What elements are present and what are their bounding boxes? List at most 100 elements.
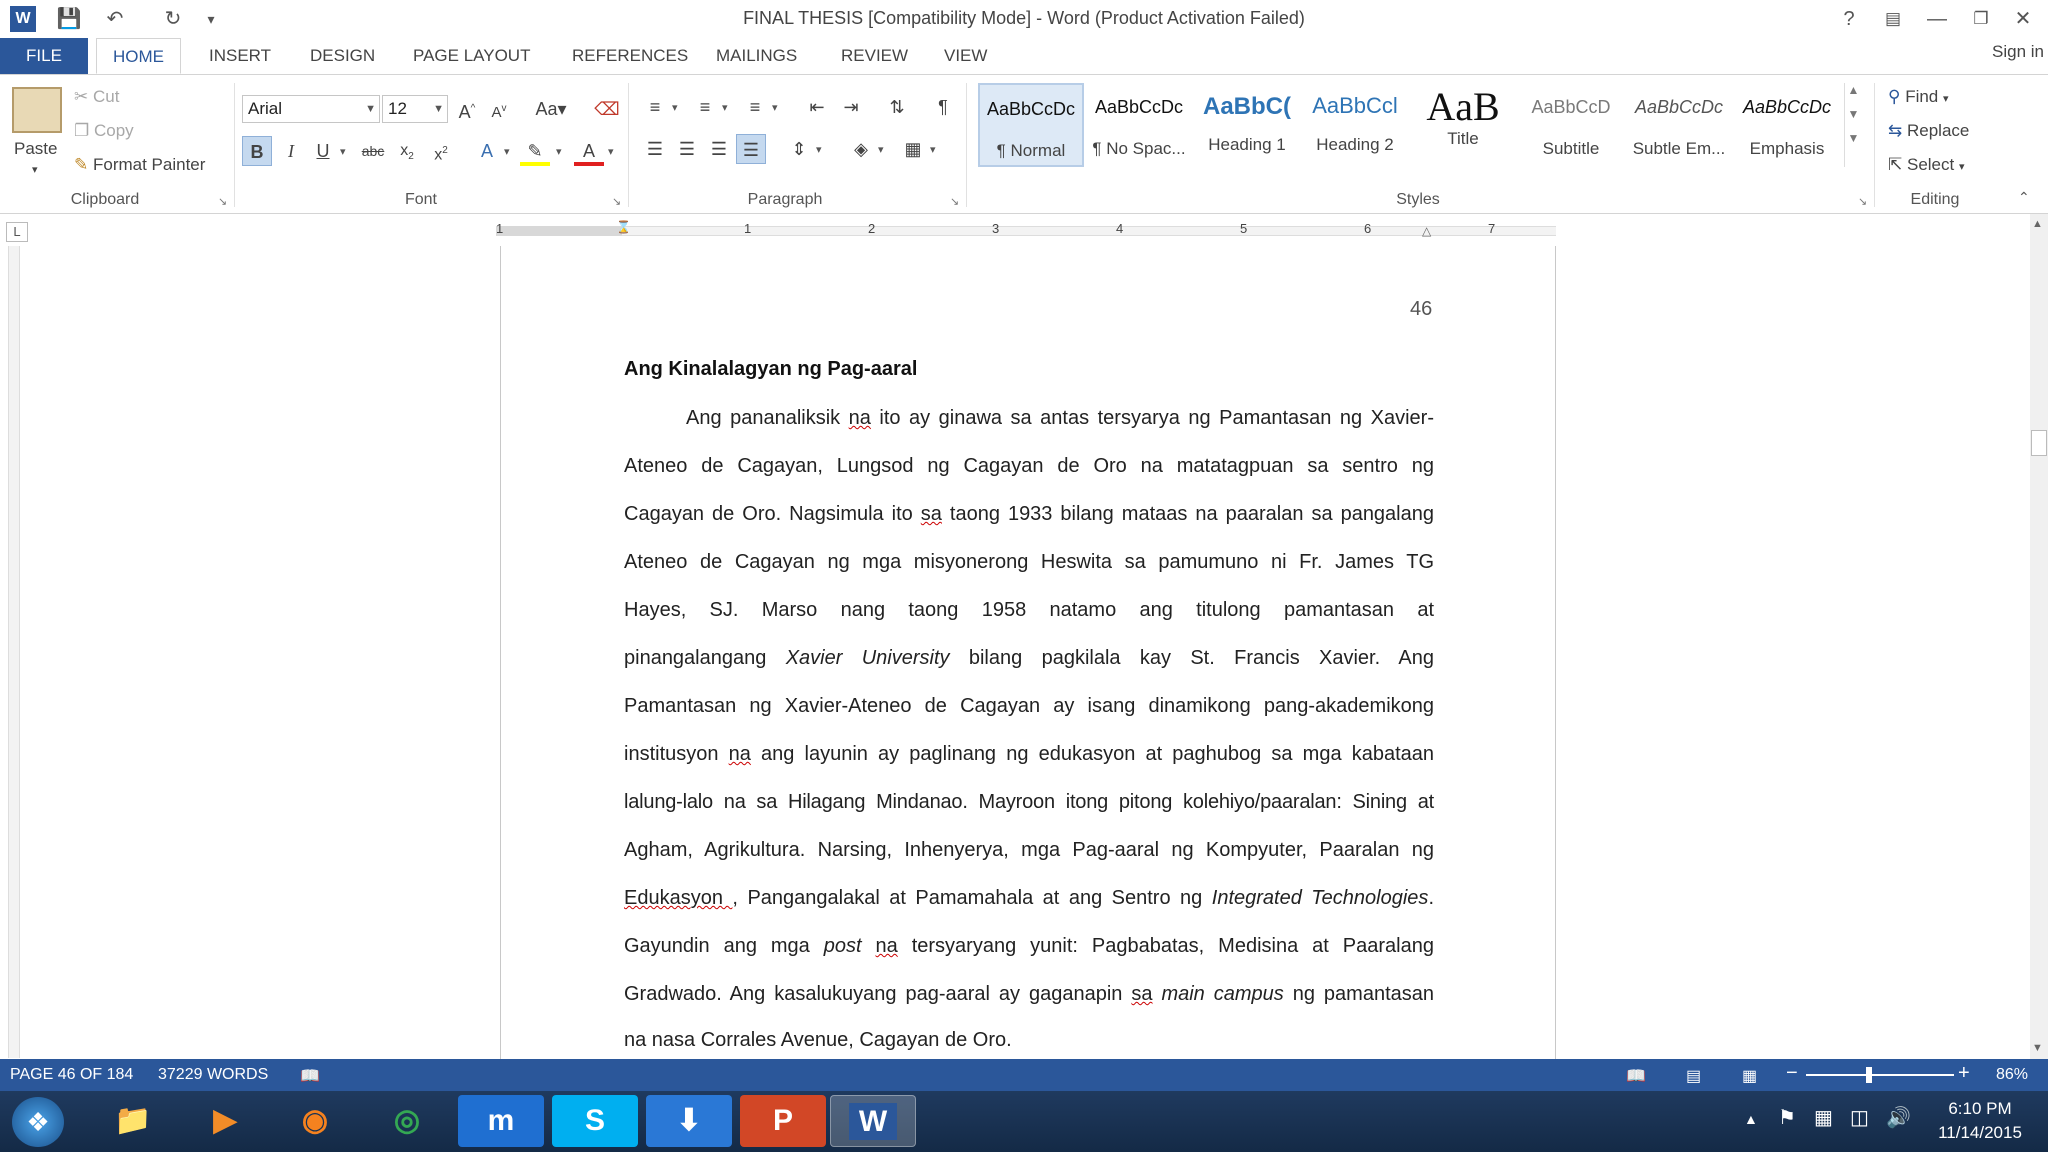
align-left-icon[interactable]: ☰	[640, 134, 670, 164]
text-effects-dropdown-icon[interactable]: ▾	[504, 145, 510, 158]
sign-in-link[interactable]: Sign in	[1992, 42, 2044, 62]
align-right-icon[interactable]: ☰	[704, 134, 734, 164]
tab-view[interactable]: VIEW	[928, 38, 1003, 74]
chevron-down-icon[interactable]: ▼	[1845, 107, 1862, 121]
style-subtitle[interactable]: AaBbCcD Subtitle	[1518, 83, 1624, 167]
bullets-dropdown-icon[interactable]: ▾	[672, 101, 678, 114]
clock-date[interactable]: 11/14/2015	[1930, 1123, 2030, 1143]
read-mode-icon[interactable]: 📖	[1626, 1066, 1646, 1086]
find-button[interactable]: ⚲ Find ▾	[1888, 87, 1949, 107]
highlight-dropdown-icon[interactable]: ▾	[556, 145, 562, 158]
styles-launcher-icon[interactable]: ↘	[1858, 195, 1867, 208]
tab-home[interactable]: HOME	[96, 38, 181, 74]
media-player-icon[interactable]: ▶	[182, 1095, 268, 1147]
line-spacing-icon[interactable]: ⇕	[784, 134, 814, 164]
increase-indent-icon[interactable]: ⇥	[836, 92, 866, 122]
tab-design[interactable]: DESIGN	[294, 38, 391, 74]
right-indent-marker-icon[interactable]: △	[1422, 224, 1431, 238]
style-heading-1[interactable]: AaBbC(Heading 1	[1194, 83, 1300, 167]
text-effects-icon[interactable]: A	[472, 136, 502, 166]
style-emphasis[interactable]: AaBbCcDc Emphasis	[1734, 83, 1840, 167]
zoom-slider-thumb[interactable]	[1866, 1067, 1872, 1083]
change-case-icon[interactable]: Aa▾	[528, 94, 574, 124]
font-color-icon[interactable]: A	[574, 136, 604, 166]
italic-icon[interactable]: I	[276, 136, 306, 166]
chrome-icon[interactable]: ◎	[364, 1095, 450, 1147]
replace-button[interactable]: ⇆ Replace	[1888, 121, 1969, 141]
volume-icon[interactable]: 🔊	[1886, 1105, 1911, 1130]
numbering-icon[interactable]: ≡	[690, 92, 720, 122]
shading-dropdown-icon[interactable]: ▾	[878, 143, 884, 156]
zoom-out-icon[interactable]: −	[1786, 1062, 1798, 1085]
decrease-indent-icon[interactable]: ⇤	[802, 92, 832, 122]
scroll-up-icon[interactable]: ▲	[2032, 218, 2043, 230]
select-button[interactable]: ⇱ Select ▾	[1888, 155, 1965, 175]
borders-dropdown-icon[interactable]: ▾	[930, 143, 936, 156]
collapse-ribbon-icon[interactable]: ⌃	[2018, 189, 2030, 206]
superscript-icon[interactable]: x2	[426, 136, 456, 166]
font-color-dropdown-icon[interactable]: ▾	[608, 145, 614, 158]
borders-icon[interactable]: ▦	[898, 134, 928, 164]
style-subtle-emphasis[interactable]: AaBbCcDc Subtle Em...	[1626, 83, 1732, 167]
numbering-dropdown-icon[interactable]: ▾	[722, 101, 728, 114]
proofing-icon[interactable]: 📖	[300, 1066, 320, 1086]
clock-time[interactable]: 6:10 PM	[1930, 1099, 2030, 1119]
skype-icon[interactable]: S	[552, 1095, 638, 1147]
shrink-font-icon[interactable]: Av	[484, 94, 514, 124]
tab-review[interactable]: REVIEW	[825, 38, 924, 74]
bold-icon[interactable]: B	[242, 136, 272, 166]
multilevel-list-icon[interactable]: ≡	[740, 92, 770, 122]
tab-references[interactable]: REFERENCES	[556, 38, 704, 74]
sort-icon[interactable]: ⇅	[882, 92, 912, 122]
more-styles-icon[interactable]: ▼	[1845, 131, 1862, 145]
copy-button[interactable]: ❐ Copy	[74, 121, 134, 141]
grow-font-icon[interactable]: A^	[452, 94, 482, 124]
align-center-icon[interactable]: ☰	[672, 134, 702, 164]
restore-icon[interactable]: ❐	[1964, 4, 1998, 34]
network-icon[interactable]: ◫	[1850, 1105, 1869, 1130]
word-count-indicator[interactable]: 37229 WORDS	[158, 1066, 268, 1084]
shading-icon[interactable]: ◈	[846, 134, 876, 164]
show-hidden-icons[interactable]: ▲	[1744, 1111, 1758, 1127]
zoom-slider-track[interactable]	[1806, 1074, 1954, 1076]
clear-formatting-icon[interactable]: ⌫	[592, 94, 622, 124]
justify-icon[interactable]: ☰	[736, 134, 766, 164]
tab-insert[interactable]: INSERT	[193, 38, 287, 74]
styles-gallery-scroll[interactable]: ▲ ▼ ▼	[1844, 83, 1862, 167]
zoom-in-icon[interactable]: +	[1958, 1062, 1970, 1085]
start-button-icon[interactable]: ❖	[12, 1097, 64, 1147]
tab-mailings[interactable]: MAILINGS	[700, 38, 813, 74]
scroll-thumb[interactable]	[2031, 430, 2047, 456]
powerpoint-icon[interactable]: P	[740, 1095, 826, 1147]
app-m-icon[interactable]: m	[458, 1095, 544, 1147]
tab-selector-icon[interactable]: L	[6, 222, 28, 242]
chevron-up-icon[interactable]: ▲	[1845, 83, 1862, 97]
line-spacing-dropdown-icon[interactable]: ▾	[816, 143, 822, 156]
help-icon[interactable]: ?	[1832, 4, 1866, 34]
tab-page-layout[interactable]: PAGE LAYOUT	[397, 38, 546, 74]
highlight-icon[interactable]: ✎	[520, 136, 550, 166]
ribbon-display-options-icon[interactable]: ▤	[1876, 4, 1910, 34]
font-launcher-icon[interactable]: ↘	[612, 195, 621, 208]
file-explorer-icon[interactable]: 📁	[90, 1095, 176, 1147]
action-center-flag-icon[interactable]: ⚑	[1778, 1105, 1796, 1130]
paste-button[interactable]: Paste	[14, 139, 57, 159]
paste-dropdown-icon[interactable]: ▾	[32, 163, 38, 176]
format-painter-button[interactable]: ✎ Format Painter	[74, 155, 205, 175]
scroll-down-icon[interactable]: ▼	[2032, 1042, 2043, 1054]
indent-marker-icon[interactable]: ⌛	[616, 220, 631, 234]
tab-file[interactable]: FILE	[0, 38, 88, 74]
vertical-scrollbar[interactable]: ▲ ▼	[2030, 214, 2048, 1059]
windows-icon[interactable]: ▦	[1814, 1105, 1833, 1130]
style-no-spacing[interactable]: AaBbCcDc ¶ No Spac...	[1086, 83, 1192, 167]
close-icon[interactable]: ✕	[2006, 4, 2040, 34]
subscript-icon[interactable]: x2	[392, 136, 422, 166]
underline-dropdown-icon[interactable]: ▾	[340, 145, 346, 158]
paragraph-launcher-icon[interactable]: ↘	[950, 195, 959, 208]
print-layout-icon[interactable]: ▤	[1686, 1066, 1701, 1086]
font-size-combo[interactable]: 12 ▼	[382, 95, 448, 123]
style-title[interactable]: AaB Title	[1410, 83, 1516, 167]
style-normal[interactable]: AaBbCcDc ¶ Normal	[978, 83, 1084, 167]
word-taskbar-icon[interactable]: W	[830, 1095, 916, 1147]
zoom-level[interactable]: 86%	[1996, 1066, 2028, 1084]
